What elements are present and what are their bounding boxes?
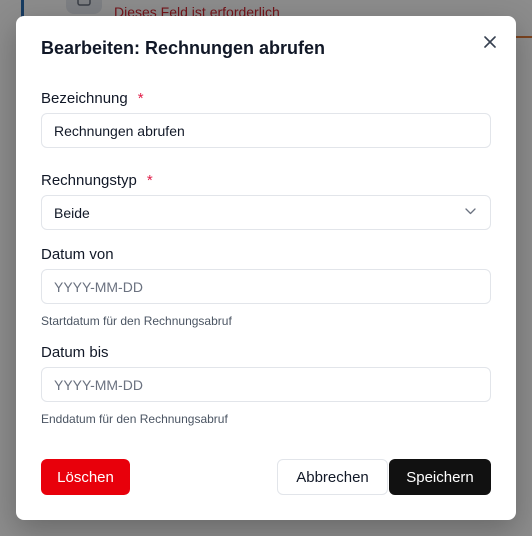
close-icon [484, 36, 496, 48]
datum-bis-label: Datum bis [41, 344, 109, 361]
datum-bis-placeholder: YYYY-MM-DD [54, 376, 143, 393]
datum-bis-help: Enddatum für den Rechnungsabruf [41, 412, 228, 426]
datum-von-input[interactable]: YYYY-MM-DD [41, 269, 491, 304]
datum-bis-input[interactable]: YYYY-MM-DD [41, 367, 491, 402]
datum-von-label: Datum von [41, 246, 114, 263]
dialog-title: Bearbeiten: Rechnungen abrufen [41, 38, 326, 58]
rechnungstyp-select[interactable]: Beide [41, 195, 491, 230]
chevron-down-icon [465, 208, 476, 215]
edit-dialog: Bearbeiten: Rechnungen abrufen Bezeichnu… [16, 16, 516, 520]
bezeichnung-label-text: Bezeichnung [41, 90, 128, 107]
rechnungstyp-selected-value: Beide [54, 204, 90, 221]
delete-button[interactable]: Löschen [41, 459, 130, 495]
save-button[interactable]: Speichern [389, 459, 491, 495]
datum-von-help: Startdatum für den Rechnungsabruf [41, 314, 232, 328]
rechnungstyp-label: Rechnungstyp * [41, 172, 153, 189]
bezeichnung-input-value: Rechnungen abrufen [54, 122, 185, 139]
cancel-button[interactable]: Abbrechen [277, 459, 388, 495]
datum-von-placeholder: YYYY-MM-DD [54, 278, 143, 295]
close-button[interactable] [480, 32, 500, 52]
bezeichnung-input[interactable]: Rechnungen abrufen [41, 113, 491, 148]
required-marker: * [146, 172, 153, 189]
bezeichnung-label: Bezeichnung * [41, 90, 144, 107]
required-marker: * [137, 90, 144, 107]
rechnungstyp-label-text: Rechnungstyp [41, 172, 137, 189]
